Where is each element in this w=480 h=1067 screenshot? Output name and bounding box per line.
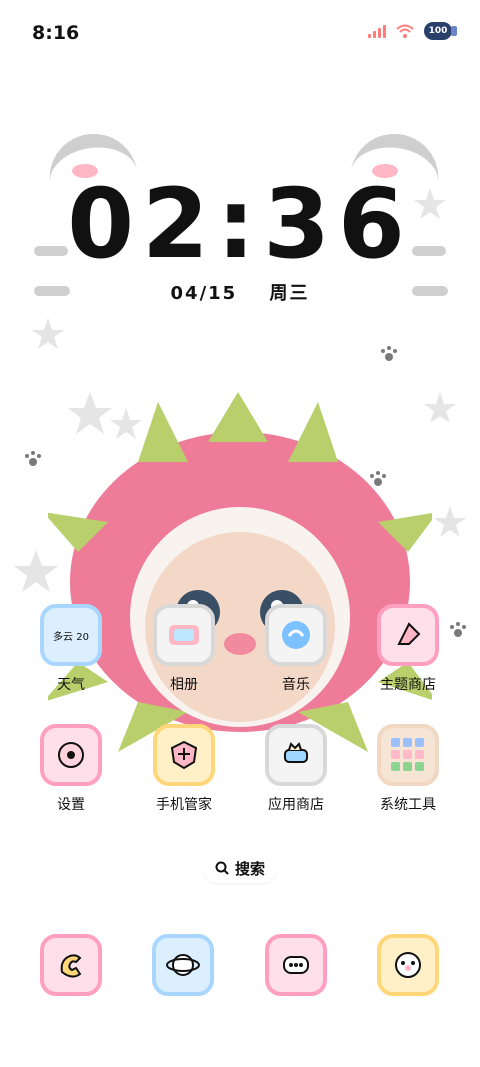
dock-browser-icon[interactable] (152, 934, 214, 996)
theme-store-icon[interactable] (377, 604, 439, 666)
app-label: 相册 (170, 677, 198, 693)
signal-icon (368, 24, 386, 38)
app-app-store[interactable]: 应用商店 (246, 724, 346, 814)
search-button[interactable]: 搜索 (203, 853, 277, 883)
system-tools-folder-icon[interactable] (377, 724, 439, 786)
wifi-icon (396, 24, 414, 38)
app-theme-store[interactable]: 主题商店 (358, 604, 458, 694)
search-icon (215, 861, 229, 875)
dock-messages-icon[interactable] (265, 934, 327, 996)
app-system-tools[interactable]: 系统工具 (358, 724, 458, 814)
weekday-text: 周三 (269, 283, 310, 304)
gallery-icon[interactable] (153, 604, 215, 666)
wallpaper-dragonfruit-cat-illustration (48, 392, 432, 752)
dock-camera-icon[interactable] (377, 934, 439, 996)
battery-level: 100 (428, 26, 448, 36)
app-label: 音乐 (282, 677, 310, 693)
status-icons: 100 (368, 22, 457, 40)
app-weather[interactable]: 多云 20 天气 (21, 604, 121, 694)
date-text: 04/15 (170, 283, 238, 304)
status-time: 8:16 (32, 22, 80, 44)
app-phone-manager[interactable]: 手机管家 (134, 724, 234, 814)
wallpaper (0, 0, 480, 1067)
app-music[interactable]: 音乐 (246, 604, 346, 694)
clock-time[interactable]: 02:36 (0, 168, 480, 280)
weather-icon[interactable]: 多云 20 (40, 604, 102, 666)
app-label: 天气 (57, 677, 85, 693)
settings-icon[interactable] (40, 724, 102, 786)
app-store-icon[interactable] (265, 724, 327, 786)
weather-widget-text: 多云 20 (53, 631, 89, 643)
app-label: 设置 (57, 797, 85, 813)
clock-date: 04/15 周三 (0, 279, 480, 305)
app-label: 手机管家 (156, 797, 212, 813)
dock-phone-icon[interactable] (40, 934, 102, 996)
app-label: 应用商店 (268, 797, 324, 813)
app-gallery[interactable]: 相册 (134, 604, 234, 694)
battery-icon: 100 (424, 22, 457, 40)
app-label: 系统工具 (380, 797, 436, 813)
app-settings[interactable]: 设置 (21, 724, 121, 814)
phone-manager-icon[interactable] (153, 724, 215, 786)
search-label: 搜索 (234, 859, 265, 878)
app-label: 主题商店 (380, 677, 436, 693)
music-icon[interactable] (265, 604, 327, 666)
status-bar: 8:16 100 (0, 0, 480, 70)
